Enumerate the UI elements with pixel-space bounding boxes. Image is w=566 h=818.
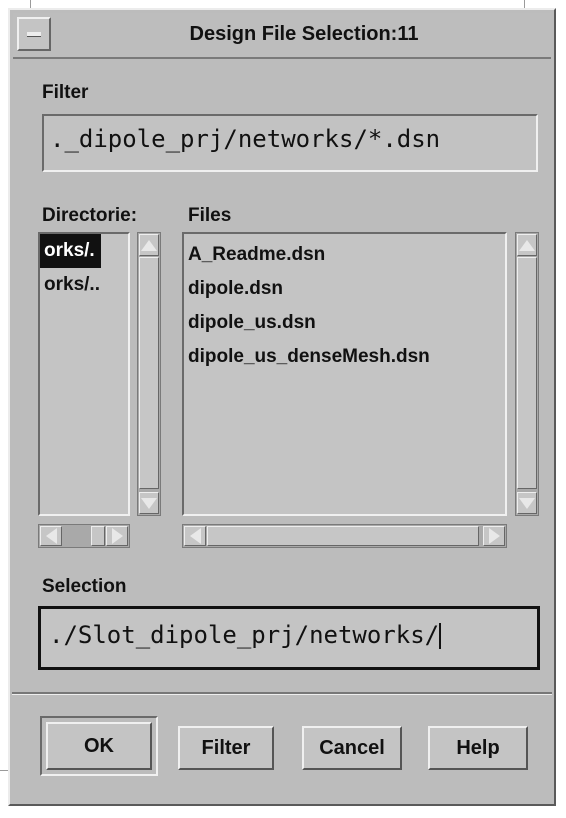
filter-value: _dipole_prj/networks/*.dsn — [64, 125, 441, 153]
scroll-right-arrow[interactable] — [106, 526, 128, 546]
right-arrow-icon — [489, 528, 500, 544]
button-separator — [12, 692, 552, 695]
ok-button[interactable]: OK — [46, 722, 152, 770]
selection-value: ./Slot_dipole_prj/networks/ — [49, 621, 440, 649]
filter-input[interactable]: ._dipole_prj/networks/*.dsn — [42, 114, 538, 172]
design-file-selection-dialog: Design File Selection:11 Filter ._dipole… — [8, 8, 556, 806]
files-list[interactable]: A_Readme.dsn dipole.dsn dipole_us.dsn dipol… — [182, 232, 507, 516]
up-arrow-icon — [519, 240, 535, 251]
text-cursor — [439, 623, 442, 649]
window-menu-button[interactable] — [17, 17, 51, 51]
scroll-up-arrow[interactable] — [517, 234, 537, 256]
scroll-thumb[interactable] — [517, 257, 537, 489]
selection-input[interactable]: ./Slot_dipole_prj/networks/ — [38, 606, 540, 670]
title-bar[interactable]: Design File Selection:11 — [13, 13, 551, 59]
screen-edge-line — [0, 770, 8, 771]
file-list-item[interactable]: A_Readme.dsn — [184, 238, 505, 272]
down-arrow-icon — [519, 498, 535, 509]
directory-list-item[interactable]: orks/. — [40, 234, 128, 268]
scroll-thumb[interactable] — [139, 257, 159, 489]
file-list-item[interactable]: dipole_us_denseMesh.dsn — [184, 340, 505, 374]
directories-vertical-scrollbar[interactable] — [137, 232, 161, 516]
files-vertical-scrollbar[interactable] — [515, 232, 539, 516]
screen-edge-line — [524, 0, 525, 8]
scroll-left-arrow[interactable] — [40, 526, 62, 546]
directories-label: Directorie: — [42, 205, 138, 226]
file-list-item[interactable]: dipole.dsn — [184, 272, 505, 306]
directory-item-label: orks/.. — [44, 274, 100, 295]
selection-label: Selection — [42, 576, 127, 597]
right-arrow-icon — [112, 528, 123, 544]
left-arrow-icon — [190, 528, 201, 544]
directories-list[interactable]: orks/. orks/.. — [38, 232, 130, 516]
screen-edge-line — [30, 0, 31, 8]
files-label: Files — [188, 205, 232, 226]
directory-list-item[interactable]: orks/.. — [40, 268, 128, 302]
down-arrow-icon — [141, 498, 157, 509]
scroll-down-arrow[interactable] — [139, 492, 159, 514]
filter-prefix: . — [50, 125, 65, 153]
directory-item-label: orks/. — [40, 234, 101, 268]
scroll-up-arrow[interactable] — [139, 234, 159, 256]
file-list-item[interactable]: dipole_us.dsn — [184, 306, 505, 340]
up-arrow-icon — [141, 240, 157, 251]
scroll-right-arrow[interactable] — [483, 526, 505, 546]
window-title: Design File Selection:11 — [189, 23, 419, 45]
filter-button[interactable]: Filter — [178, 726, 274, 770]
directories-horizontal-scrollbar[interactable] — [38, 524, 130, 548]
window-menu-icon — [27, 32, 41, 37]
scroll-thumb[interactable] — [207, 526, 479, 546]
scroll-left-arrow[interactable] — [184, 526, 206, 546]
files-horizontal-scrollbar[interactable] — [182, 524, 507, 548]
scroll-down-arrow[interactable] — [517, 492, 537, 514]
scroll-thumb[interactable] — [91, 526, 105, 546]
help-button[interactable]: Help — [428, 726, 528, 770]
filter-label: Filter — [42, 82, 89, 103]
cancel-button[interactable]: Cancel — [302, 726, 402, 770]
left-arrow-icon — [46, 528, 57, 544]
